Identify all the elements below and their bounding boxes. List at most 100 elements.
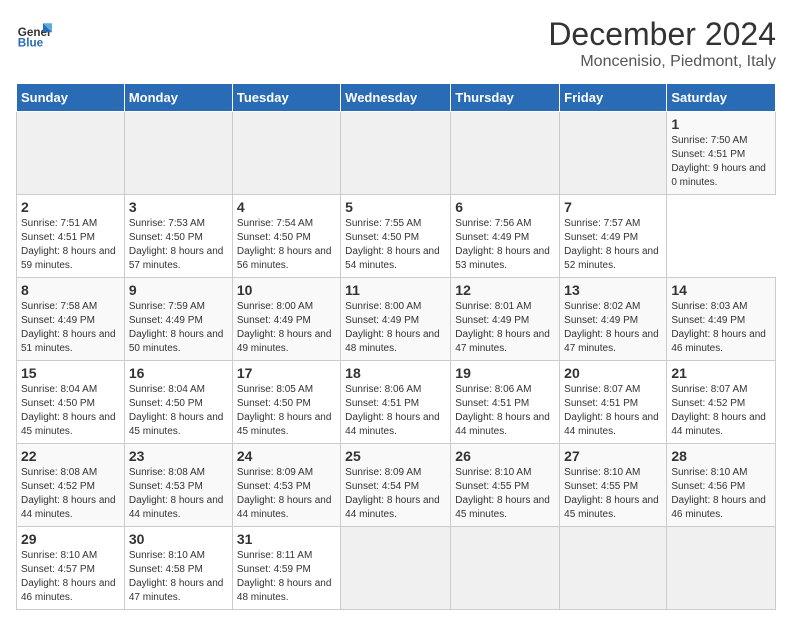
day-info: Sunrise: 8:00 AMSunset: 4:49 PMDaylight:…: [345, 300, 446, 356]
calendar-cell: [341, 527, 451, 610]
calendar-cell: [560, 112, 667, 195]
day-number: 5: [345, 199, 446, 215]
day-number: 1: [671, 116, 771, 132]
day-number: 13: [564, 282, 662, 298]
calendar-cell: 8 Sunrise: 7:58 AMSunset: 4:49 PMDayligh…: [17, 278, 125, 361]
day-info: Sunrise: 8:09 AMSunset: 4:54 PMDaylight:…: [345, 466, 446, 522]
day-number: 23: [129, 448, 228, 464]
day-info: Sunrise: 8:04 AMSunset: 4:50 PMDaylight:…: [21, 383, 120, 439]
day-info: Sunrise: 8:03 AMSunset: 4:49 PMDaylight:…: [671, 300, 771, 356]
day-number: 17: [237, 365, 336, 381]
calendar-cell: 15 Sunrise: 8:04 AMSunset: 4:50 PMDaylig…: [17, 361, 125, 444]
day-number: 19: [455, 365, 555, 381]
day-number: 18: [345, 365, 446, 381]
col-header-wednesday: Wednesday: [341, 84, 451, 112]
day-number: 20: [564, 365, 662, 381]
calendar-cell: 13 Sunrise: 8:02 AMSunset: 4:49 PMDaylig…: [560, 278, 667, 361]
day-number: 2: [21, 199, 120, 215]
day-info: Sunrise: 8:11 AMSunset: 4:59 PMDaylight:…: [237, 549, 336, 605]
page-header: General Blue December 2024 Moncenisio, P…: [16, 16, 776, 71]
day-info: Sunrise: 7:56 AMSunset: 4:49 PMDaylight:…: [455, 217, 555, 273]
calendar-cell: [451, 527, 560, 610]
week-row-4: 22 Sunrise: 8:08 AMSunset: 4:52 PMDaylig…: [17, 444, 776, 527]
calendar-cell: [451, 112, 560, 195]
calendar-cell: 16 Sunrise: 8:04 AMSunset: 4:50 PMDaylig…: [124, 361, 232, 444]
calendar-cell: 14 Sunrise: 8:03 AMSunset: 4:49 PMDaylig…: [667, 278, 776, 361]
day-info: Sunrise: 7:59 AMSunset: 4:49 PMDaylight:…: [129, 300, 228, 356]
day-info: Sunrise: 8:08 AMSunset: 4:53 PMDaylight:…: [129, 466, 228, 522]
day-number: 31: [237, 531, 336, 547]
calendar-cell: 24 Sunrise: 8:09 AMSunset: 4:53 PMDaylig…: [232, 444, 340, 527]
day-number: 21: [671, 365, 771, 381]
col-header-tuesday: Tuesday: [232, 84, 340, 112]
calendar-cell: 25 Sunrise: 8:09 AMSunset: 4:54 PMDaylig…: [341, 444, 451, 527]
calendar-cell: [341, 112, 451, 195]
day-number: 7: [564, 199, 662, 215]
calendar-cell: 22 Sunrise: 8:08 AMSunset: 4:52 PMDaylig…: [17, 444, 125, 527]
calendar-cell: 9 Sunrise: 7:59 AMSunset: 4:49 PMDayligh…: [124, 278, 232, 361]
logo-icon: General Blue: [16, 16, 52, 52]
calendar-cell: [232, 112, 340, 195]
week-row-2: 8 Sunrise: 7:58 AMSunset: 4:49 PMDayligh…: [17, 278, 776, 361]
day-info: Sunrise: 8:06 AMSunset: 4:51 PMDaylight:…: [345, 383, 446, 439]
day-number: 29: [21, 531, 120, 547]
calendar-cell: 5 Sunrise: 7:55 AMSunset: 4:50 PMDayligh…: [341, 195, 451, 278]
calendar-cell: [124, 112, 232, 195]
week-row-0: 1 Sunrise: 7:50 AMSunset: 4:51 PMDayligh…: [17, 112, 776, 195]
calendar-cell: 19 Sunrise: 8:06 AMSunset: 4:51 PMDaylig…: [451, 361, 560, 444]
calendar-cell: 23 Sunrise: 8:08 AMSunset: 4:53 PMDaylig…: [124, 444, 232, 527]
calendar-cell: [667, 527, 776, 610]
day-info: Sunrise: 8:10 AMSunset: 4:55 PMDaylight:…: [455, 466, 555, 522]
day-number: 27: [564, 448, 662, 464]
day-info: Sunrise: 8:07 AMSunset: 4:51 PMDaylight:…: [564, 383, 662, 439]
day-info: Sunrise: 8:04 AMSunset: 4:50 PMDaylight:…: [129, 383, 228, 439]
day-info: Sunrise: 8:07 AMSunset: 4:52 PMDaylight:…: [671, 383, 771, 439]
day-info: Sunrise: 7:51 AMSunset: 4:51 PMDaylight:…: [21, 217, 120, 273]
location-title: Moncenisio, Piedmont, Italy: [548, 53, 776, 71]
calendar-cell: 17 Sunrise: 8:05 AMSunset: 4:50 PMDaylig…: [232, 361, 340, 444]
calendar-cell: 1 Sunrise: 7:50 AMSunset: 4:51 PMDayligh…: [667, 112, 776, 195]
day-number: 24: [237, 448, 336, 464]
calendar-cell: 12 Sunrise: 8:01 AMSunset: 4:49 PMDaylig…: [451, 278, 560, 361]
calendar-cell: 27 Sunrise: 8:10 AMSunset: 4:55 PMDaylig…: [560, 444, 667, 527]
day-number: 9: [129, 282, 228, 298]
calendar-cell: 30 Sunrise: 8:10 AMSunset: 4:58 PMDaylig…: [124, 527, 232, 610]
day-number: 4: [237, 199, 336, 215]
calendar-cell: 7 Sunrise: 7:57 AMSunset: 4:49 PMDayligh…: [560, 195, 667, 278]
day-info: Sunrise: 7:53 AMSunset: 4:50 PMDaylight:…: [129, 217, 228, 273]
day-info: Sunrise: 8:10 AMSunset: 4:55 PMDaylight:…: [564, 466, 662, 522]
calendar-cell: 21 Sunrise: 8:07 AMSunset: 4:52 PMDaylig…: [667, 361, 776, 444]
day-info: Sunrise: 8:06 AMSunset: 4:51 PMDaylight:…: [455, 383, 555, 439]
day-info: Sunrise: 7:55 AMSunset: 4:50 PMDaylight:…: [345, 217, 446, 273]
day-number: 15: [21, 365, 120, 381]
calendar-cell: 18 Sunrise: 8:06 AMSunset: 4:51 PMDaylig…: [341, 361, 451, 444]
calendar-cell: 26 Sunrise: 8:10 AMSunset: 4:55 PMDaylig…: [451, 444, 560, 527]
week-row-3: 15 Sunrise: 8:04 AMSunset: 4:50 PMDaylig…: [17, 361, 776, 444]
day-info: Sunrise: 8:05 AMSunset: 4:50 PMDaylight:…: [237, 383, 336, 439]
week-row-1: 2 Sunrise: 7:51 AMSunset: 4:51 PMDayligh…: [17, 195, 776, 278]
day-number: 26: [455, 448, 555, 464]
week-row-5: 29 Sunrise: 8:10 AMSunset: 4:57 PMDaylig…: [17, 527, 776, 610]
day-number: 30: [129, 531, 228, 547]
calendar-cell: 31 Sunrise: 8:11 AMSunset: 4:59 PMDaylig…: [232, 527, 340, 610]
logo: General Blue: [16, 16, 52, 52]
day-info: Sunrise: 7:58 AMSunset: 4:49 PMDaylight:…: [21, 300, 120, 356]
day-number: 3: [129, 199, 228, 215]
day-info: Sunrise: 8:01 AMSunset: 4:49 PMDaylight:…: [455, 300, 555, 356]
col-header-saturday: Saturday: [667, 84, 776, 112]
calendar-cell: 29 Sunrise: 8:10 AMSunset: 4:57 PMDaylig…: [17, 527, 125, 610]
day-number: 10: [237, 282, 336, 298]
day-number: 14: [671, 282, 771, 298]
day-info: Sunrise: 7:54 AMSunset: 4:50 PMDaylight:…: [237, 217, 336, 273]
col-header-friday: Friday: [560, 84, 667, 112]
day-info: Sunrise: 8:10 AMSunset: 4:58 PMDaylight:…: [129, 549, 228, 605]
calendar-cell: [560, 527, 667, 610]
day-number: 22: [21, 448, 120, 464]
day-number: 11: [345, 282, 446, 298]
day-number: 8: [21, 282, 120, 298]
day-info: Sunrise: 7:50 AMSunset: 4:51 PMDaylight:…: [671, 134, 771, 190]
calendar-cell: 10 Sunrise: 8:00 AMSunset: 4:49 PMDaylig…: [232, 278, 340, 361]
calendar-cell: [17, 112, 125, 195]
calendar-table: SundayMondayTuesdayWednesdayThursdayFrid…: [16, 83, 776, 610]
day-number: 16: [129, 365, 228, 381]
